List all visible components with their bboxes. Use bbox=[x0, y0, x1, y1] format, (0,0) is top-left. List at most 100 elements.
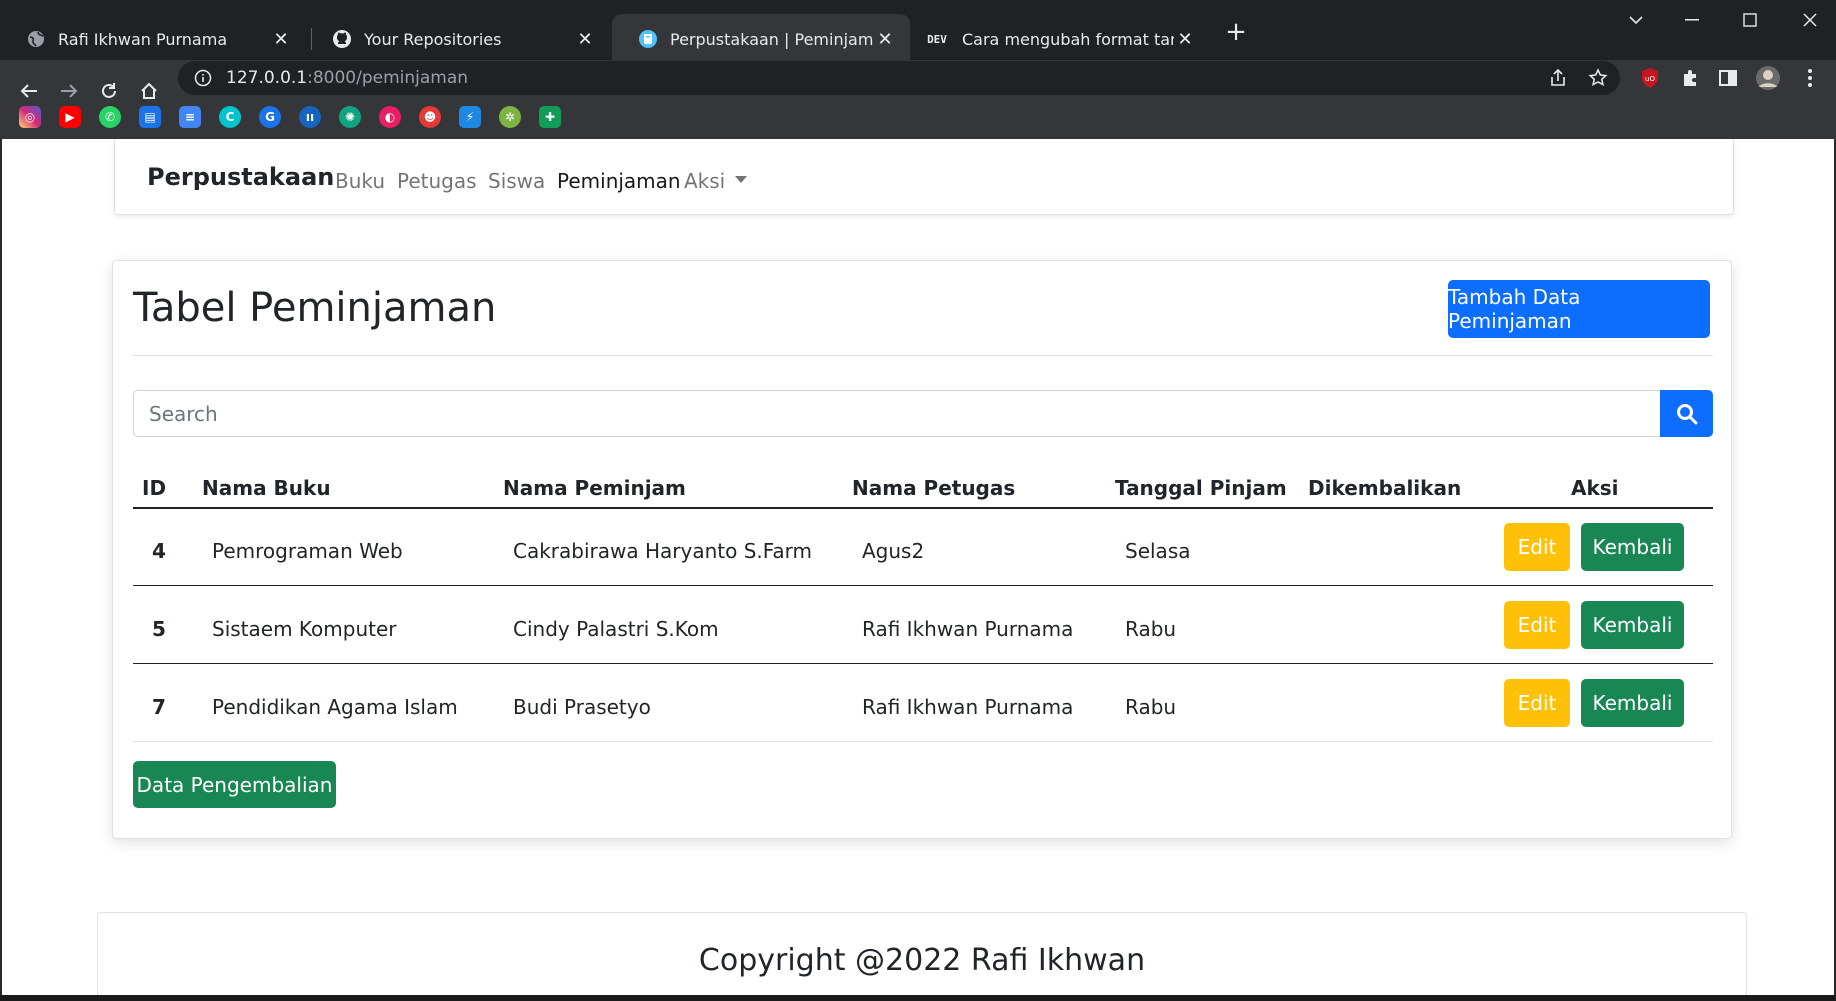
col-header-nama-buku: Nama Buku bbox=[202, 476, 331, 500]
site-icon bbox=[638, 29, 658, 49]
cell-nama-petugas: Rafi Ikhwan Purnama bbox=[862, 617, 1074, 641]
site-navbar: Perpustakaan Buku Petugas Siswa Peminjam… bbox=[114, 139, 1734, 215]
app-icon[interactable]: ◐ bbox=[379, 106, 401, 128]
back-icon[interactable] bbox=[12, 74, 46, 108]
search-input[interactable] bbox=[133, 390, 1661, 437]
close-tab-icon[interactable]: ✕ bbox=[270, 28, 292, 50]
url-host: 127.0.0.1 bbox=[226, 68, 308, 88]
gear-icon[interactable]: ✲ bbox=[499, 106, 521, 128]
nav-dropdown-label: Aksi bbox=[684, 169, 726, 193]
kembali-button[interactable]: Kembali bbox=[1581, 679, 1684, 727]
svg-text:uO: uO bbox=[1645, 75, 1655, 83]
cell-nama-peminjam: Cindy Palastri S.Kom bbox=[513, 617, 719, 641]
youtube-icon[interactable]: ▶ bbox=[59, 106, 81, 128]
col-header-nama-petugas: Nama Petugas bbox=[852, 476, 1016, 500]
home-icon[interactable] bbox=[132, 74, 166, 108]
cell-tanggal-pinjam: Rabu bbox=[1125, 617, 1177, 641]
window-bottom-edge bbox=[0, 995, 1836, 1001]
whatsapp-icon[interactable]: ✆ bbox=[99, 106, 121, 128]
browser-tab[interactable]: Rafi Ikhwan Purnama ✕ bbox=[0, 14, 306, 64]
nav-link-buku[interactable]: Buku bbox=[335, 169, 385, 193]
row-divider bbox=[133, 585, 1713, 586]
sheets-icon[interactable]: ✚ bbox=[539, 106, 561, 128]
browser-tab-active[interactable]: Perpustakaan | Peminjaman ✕ bbox=[612, 14, 910, 64]
browser-icon[interactable]: G bbox=[259, 106, 281, 128]
reload-icon[interactable] bbox=[92, 74, 126, 108]
nav-link-petugas[interactable]: Petugas bbox=[397, 169, 477, 193]
footer: Copyright @2022 Rafi Ikhwan bbox=[97, 912, 1747, 1001]
copyright-text: Copyright @2022 Rafi Ikhwan bbox=[698, 943, 1146, 978]
close-tab-icon[interactable]: ✕ bbox=[574, 28, 596, 50]
instagram-icon[interactable]: ◎ bbox=[19, 106, 41, 128]
tab-title: Your Repositories bbox=[364, 29, 502, 49]
notes-icon[interactable]: ≡ bbox=[179, 106, 201, 128]
cell-tanggal-pinjam: Selasa bbox=[1125, 539, 1191, 563]
browser-tab[interactable]: DEV Cara mengubah format tanggal n ✕ bbox=[910, 14, 1210, 64]
share-icon[interactable] bbox=[1544, 64, 1572, 92]
url-path: :8000/peminjaman bbox=[307, 68, 469, 88]
cell-nama-peminjam: Cakrabirawa Haryanto S.Farm bbox=[513, 539, 813, 563]
kembali-button[interactable]: Kembali bbox=[1581, 523, 1684, 571]
menu-dots-icon[interactable] bbox=[1796, 64, 1824, 92]
site-info-icon[interactable] bbox=[192, 69, 214, 87]
close-tab-icon[interactable]: ✕ bbox=[1174, 28, 1196, 50]
tab-title: Cara mengubah format tanggal n bbox=[962, 29, 1174, 49]
nav-link-peminjaman[interactable]: Peminjaman bbox=[557, 169, 681, 193]
close-window-icon[interactable] bbox=[1790, 6, 1830, 34]
bolt-icon[interactable]: ⚡ bbox=[459, 106, 481, 128]
divider bbox=[133, 355, 1713, 356]
col-header-dikembalikan: Dikembalikan bbox=[1308, 476, 1462, 500]
add-peminjaman-button[interactable]: Tambah Data Peminjaman bbox=[1448, 280, 1710, 338]
browser-tab[interactable]: Your Repositories ✕ bbox=[306, 14, 610, 64]
close-tab-icon[interactable]: ✕ bbox=[874, 28, 896, 50]
bookmark-star-icon[interactable] bbox=[1584, 64, 1612, 92]
edit-button[interactable]: Edit bbox=[1504, 601, 1570, 649]
emoji-icon[interactable]: ☻ bbox=[419, 106, 441, 128]
col-header-nama-peminjam: Nama Peminjam bbox=[503, 476, 686, 500]
cell-nama-peminjam: Budi Prasetyo bbox=[513, 695, 651, 719]
cell-nama-petugas: Rafi Ikhwan Purnama bbox=[862, 695, 1074, 719]
chatgpt-icon[interactable]: ✺ bbox=[339, 106, 361, 128]
row-divider bbox=[133, 741, 1713, 742]
canva-icon[interactable]: C bbox=[219, 106, 241, 128]
page-title: Tabel Peminjaman bbox=[133, 285, 497, 331]
kembali-button[interactable]: Kembali bbox=[1581, 601, 1684, 649]
tab-search-icon[interactable] bbox=[1616, 6, 1656, 34]
tab-title: Perpustakaan | Peminjaman bbox=[670, 29, 874, 49]
edit-button[interactable]: Edit bbox=[1504, 679, 1570, 727]
side-panel-icon[interactable] bbox=[1714, 64, 1742, 92]
caret-down-icon bbox=[735, 176, 748, 183]
table-header-border bbox=[133, 507, 1713, 509]
cell-id: 4 bbox=[152, 539, 166, 563]
cell-nama-buku: Pemrograman Web bbox=[212, 539, 403, 563]
cell-nama-buku: Pendidikan Agama Islam bbox=[212, 695, 458, 719]
extensions-icon[interactable] bbox=[1676, 64, 1704, 92]
globe-icon bbox=[26, 29, 46, 49]
forward-icon[interactable] bbox=[52, 74, 86, 108]
row-divider bbox=[133, 663, 1713, 664]
peminjaman-card: Tabel Peminjaman Tambah Data Peminjaman … bbox=[112, 260, 1732, 839]
docs-icon[interactable]: ▤ bbox=[139, 106, 161, 128]
data-pengembalian-button[interactable]: Data Pengembalian bbox=[133, 761, 336, 808]
edit-button[interactable]: Edit bbox=[1504, 523, 1570, 571]
page-content: Perpustakaan Buku Petugas Siswa Peminjam… bbox=[0, 139, 1836, 1001]
tab-title: Rafi Ikhwan Purnama bbox=[58, 29, 228, 49]
meet-icon[interactable]: ıı bbox=[299, 106, 321, 128]
search-icon bbox=[1676, 403, 1697, 424]
nav-dropdown-aksi[interactable]: Aksi bbox=[684, 169, 748, 193]
cell-tanggal-pinjam: Rabu bbox=[1125, 695, 1177, 719]
search-button[interactable] bbox=[1660, 390, 1713, 437]
cell-id: 7 bbox=[152, 695, 166, 719]
cell-nama-petugas: Agus2 bbox=[862, 539, 925, 563]
profile-avatar[interactable] bbox=[1754, 64, 1782, 92]
browser-tab-bar: Rafi Ikhwan Purnama ✕ Your Repositories … bbox=[0, 0, 1836, 64]
maximize-icon[interactable] bbox=[1730, 6, 1770, 34]
minimize-icon[interactable] bbox=[1672, 6, 1712, 34]
navbar-brand[interactable]: Perpustakaan bbox=[147, 163, 334, 191]
new-tab-icon[interactable]: + bbox=[1222, 17, 1250, 47]
nav-link-siswa[interactable]: Siswa bbox=[488, 169, 545, 193]
address-bar[interactable]: 127.0.0.1:8000/peminjaman bbox=[178, 61, 1620, 95]
ublock-icon[interactable]: uO bbox=[1636, 64, 1664, 92]
cell-id: 5 bbox=[152, 617, 166, 641]
col-header-id: ID bbox=[142, 476, 167, 500]
